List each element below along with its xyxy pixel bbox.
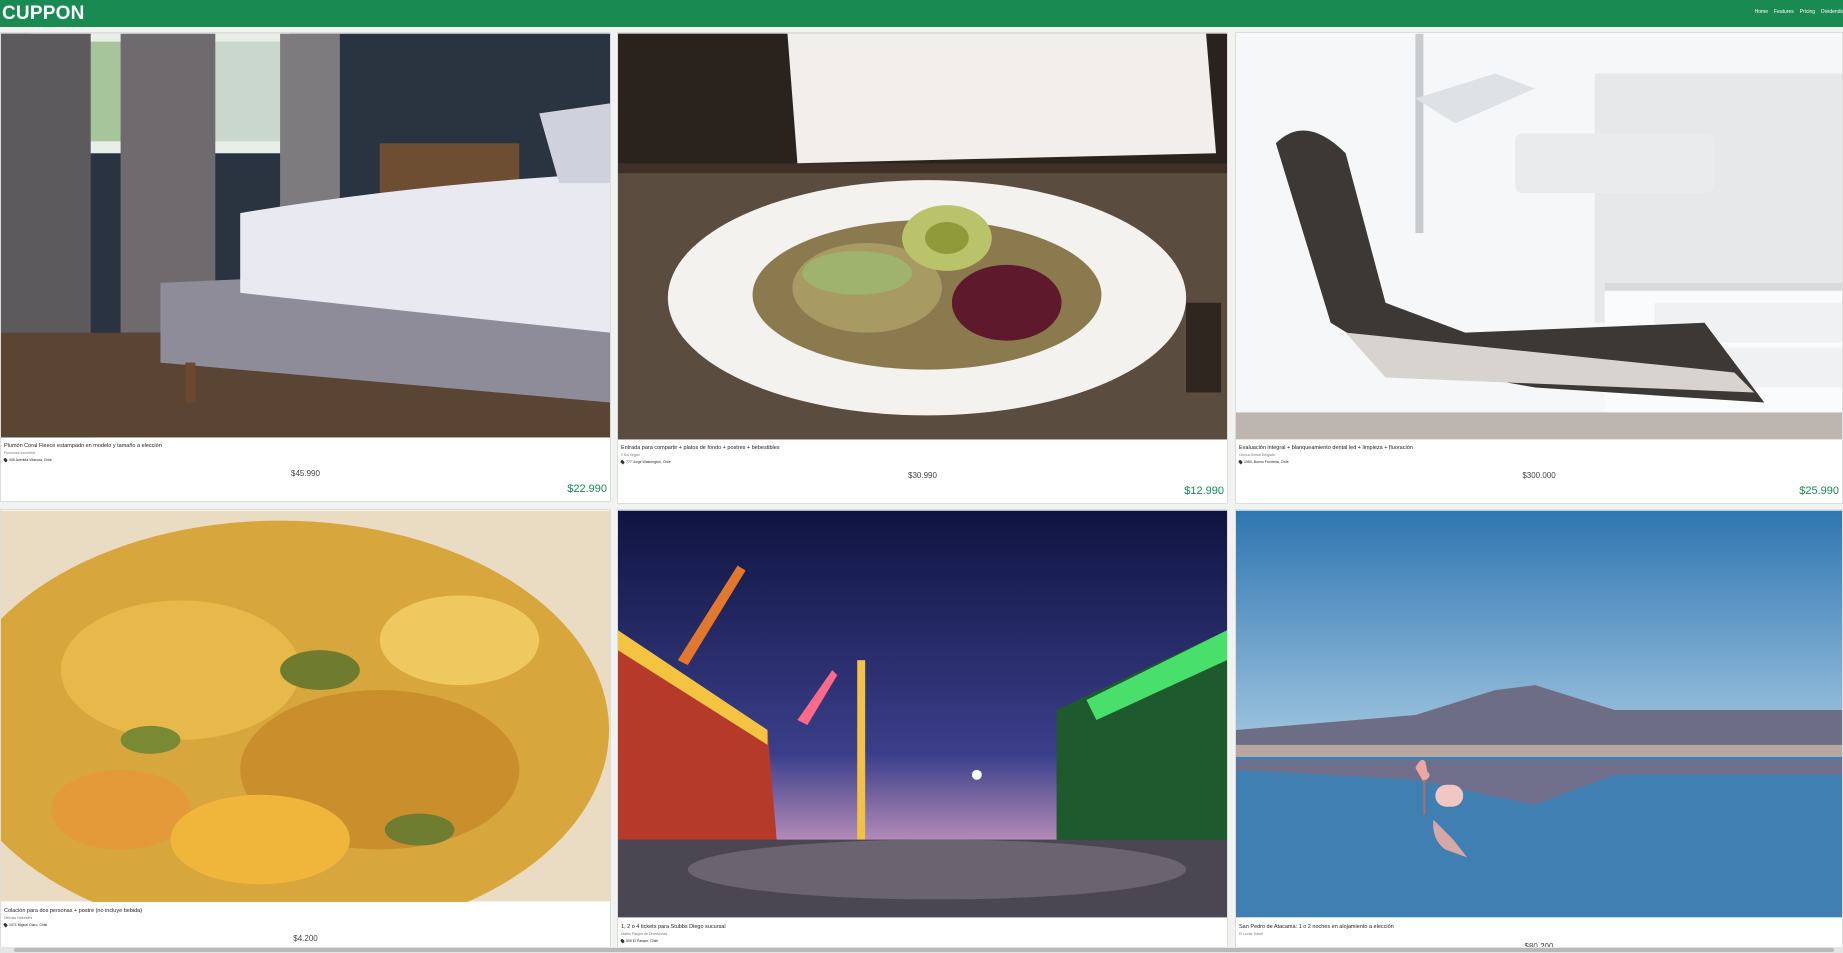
map-pin-icon [3, 457, 8, 463]
nav-home[interactable]: Home [1755, 9, 1768, 15]
brand-logo[interactable]: CUPPON [2, 3, 85, 25]
map-pin-icon [3, 922, 8, 928]
deal-price: $22.990 [567, 483, 607, 495]
bed-photo [1, 33, 610, 438]
deal-title[interactable]: Plumón Coral Fleece estampado en modelo … [4, 443, 162, 449]
deal-merchant: El Lucas Travel [1239, 932, 1263, 936]
main-nav: Home Features Pricing Dividends [1755, 9, 1843, 15]
deal-price: $25.990 [1799, 485, 1839, 497]
deal-location: 777 Jorge Washington, Chile [620, 459, 671, 465]
map-pin-icon [1238, 459, 1243, 465]
map-pin-icon [620, 459, 625, 465]
top-navbar: CUPPON Home Features Pricing Dividends [0, 0, 1843, 27]
original-price: $4.200 [293, 934, 318, 943]
deal-merchant: Diablo Parque de Diversiones [621, 932, 668, 936]
map-pin-icon [620, 938, 625, 944]
nav-dividends[interactable]: Dividends [1821, 9, 1843, 15]
deal-location-text: 505 El Parque, Chile [626, 939, 659, 943]
deal-location: 1950, Bueno Fronteria, Chile [1238, 459, 1289, 465]
salad-photo [618, 33, 1227, 440]
nav-pricing[interactable]: Pricing [1800, 9, 1815, 15]
deal-title[interactable]: San Pedro de Atacama: 1 o 2 noches en al… [1239, 924, 1394, 930]
deal-title[interactable]: Evaluación integral + blanqueamiento den… [1239, 445, 1413, 451]
deal-card[interactable]: Plumón Coral Fleece estampado en modelo … [0, 32, 611, 502]
deal-title[interactable]: Colación para dos personas + postre (no … [4, 908, 142, 914]
deal-card[interactable]: 1, 2 o 4 tickets para Stubbs Diego sucur… [617, 509, 1228, 953]
deal-title[interactable]: 1, 2 o 4 tickets para Stubbs Diego sucur… [621, 924, 726, 930]
deal-merchant: Delicias Naturales [4, 916, 33, 920]
deal-title[interactable]: Entrada para compartir + platos de fondo… [621, 445, 780, 451]
horizontal-scrollbar[interactable] [0, 947, 1843, 953]
deal-location: 505 El Parque, Chile [620, 938, 659, 944]
deal-location-text: 1950, Bueno Fronteria, Chile [1244, 460, 1289, 464]
food-close-up-photo [1, 510, 610, 902]
nav-features[interactable]: Features [1774, 9, 1794, 15]
deal-card[interactable]: Entrada para compartir + platos de fondo… [617, 32, 1228, 504]
deal-location-text: 905 Avenida Vitacura, Chile [9, 458, 52, 462]
original-price: $30.990 [908, 471, 937, 480]
flamingo-photo [1236, 510, 1842, 918]
deal-price: $12.990 [1184, 485, 1224, 497]
deal-card[interactable]: Colación para dos personas + postre (no … [0, 509, 611, 953]
deal-merchant: Plumones Incomfort [4, 451, 36, 455]
deal-merchant: Clínica Dental Delgado [1239, 453, 1275, 457]
deal-card[interactable]: San Pedro de Atacama: 1 o 2 noches en al… [1235, 509, 1843, 953]
deal-location-text: 777 Jorge Washington, Chile [626, 460, 671, 464]
dental-chair-photo [1236, 33, 1842, 440]
deal-location-text: 1071 Miguel Claro, Chile [9, 923, 48, 927]
deal-location: 1071 Miguel Claro, Chile [3, 922, 48, 928]
original-price: $300.000 [1522, 471, 1556, 480]
deal-location: 905 Avenida Vitacura, Chile [3, 457, 52, 463]
original-price: $45.990 [291, 469, 320, 478]
deal-card[interactable]: Evaluación integral + blanqueamiento den… [1235, 32, 1843, 504]
fair-night-photo [618, 510, 1227, 918]
deal-merchant: Il Sol Vegan [621, 453, 640, 457]
scrollbar-thumb[interactable] [14, 948, 1834, 952]
